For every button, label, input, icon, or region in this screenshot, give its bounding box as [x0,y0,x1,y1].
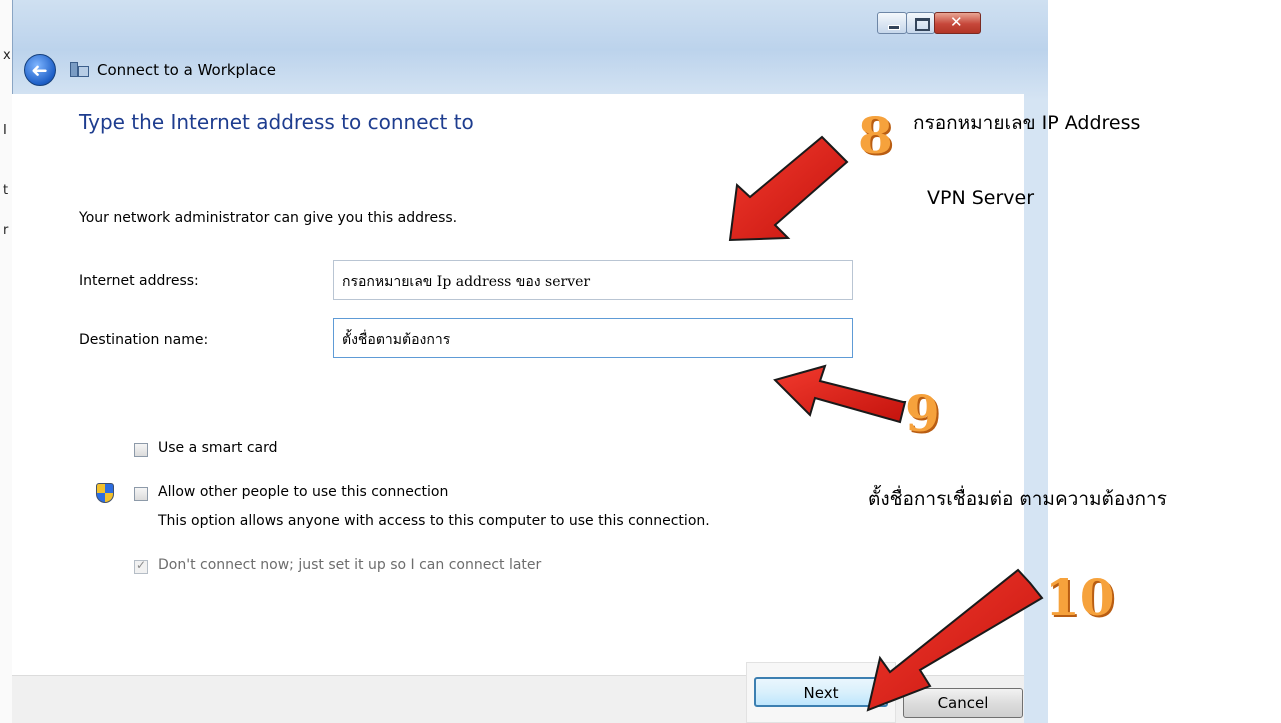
step9-arrow [773,364,907,424]
step9-note: ตั้งชื่อการเชื่อมต่อ ตามความต้องการ [868,488,1167,510]
step10-number: 10 [1045,568,1115,627]
step8-arrow [728,135,849,242]
step8-number: 8 [858,106,893,165]
step8-note-line2: VPN Server [927,187,1035,209]
step10-arrow [866,568,1044,712]
step9-number: 9 [905,384,940,443]
step8-note-line1: กรอกหมายเลข IP Address [913,112,1141,134]
